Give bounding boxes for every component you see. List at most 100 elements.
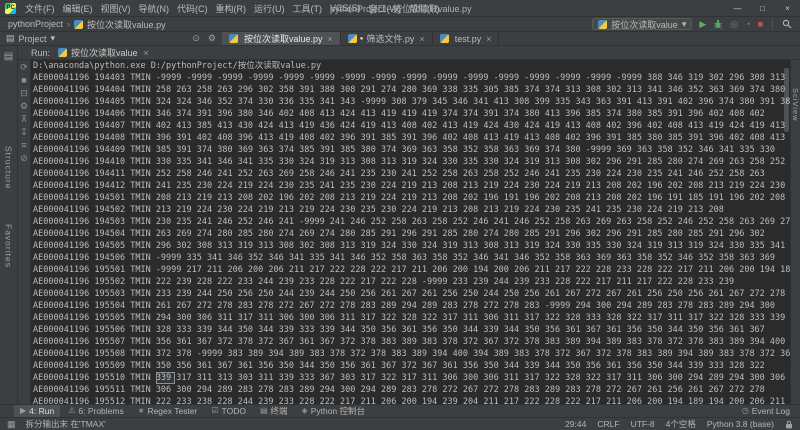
close-tab-icon[interactable]: ×	[328, 34, 333, 44]
editor-tab[interactable]: test.py ×	[433, 32, 500, 45]
indent-style[interactable]: 4个空格	[666, 418, 696, 430]
window-title: pythonProject - 按位次读取value.py	[330, 3, 472, 14]
locate-file-icon[interactable]: ⊙	[192, 33, 200, 44]
run-header-label: Run:	[31, 47, 51, 58]
breadcrumb-project[interactable]: pythonProject	[8, 19, 63, 29]
close-tab-icon[interactable]: ×	[486, 34, 491, 44]
toolwindow-problems-button[interactable]: ⚠ 6: Problems	[62, 405, 130, 417]
run-icon: ▶	[20, 406, 27, 415]
breadcrumb-file[interactable]: 按位次读取value.py	[87, 18, 166, 31]
scroll-to-end-icon[interactable]: ↧	[20, 128, 28, 137]
toolwindow-switcher-icon[interactable]: ▦	[7, 419, 16, 430]
clock-icon: ◷	[741, 406, 749, 415]
toolwindow-todo-button[interactable]: ☑ TODO	[205, 405, 252, 417]
maximize-button[interactable]: □	[750, 0, 775, 16]
project-panel-header[interactable]: ▤ Project ▾ ⊙ ⚙	[0, 32, 222, 45]
project-panel-title: Project	[18, 33, 47, 44]
toolwindow-python-console-button[interactable]: ◈ Python 控制台	[296, 405, 371, 417]
console-line: AE000041196 194505 TMIN 296 302 308 313 …	[33, 241, 786, 251]
menu-item[interactable]: 视图(V)	[97, 2, 135, 15]
file-encoding[interactable]: UTF-8	[631, 419, 655, 429]
console-line: AE000041196 194504 TMIN 263 269 274 280 …	[33, 229, 765, 239]
minimize-button[interactable]: —	[725, 0, 750, 16]
gear-icon[interactable]: ⚙	[208, 33, 216, 44]
toolwindow-bar: ▶ 4: Run ⚠ 6: Problems ∗ Regex Tester ☑ …	[0, 404, 800, 417]
chevron-down-icon: ▾	[681, 18, 687, 29]
menu-item[interactable]: 运行(U)	[250, 2, 289, 15]
toolwindow-regex-button[interactable]: ∗ Regex Tester	[132, 405, 204, 417]
python-file-icon	[439, 34, 449, 43]
stop-button[interactable]: ■	[758, 19, 763, 29]
python-console-icon: ◈	[301, 406, 308, 415]
warning-icon: ⚠	[68, 406, 76, 415]
run-console[interactable]: D:\anaconda\python.exe D:/pythonProject/…	[31, 60, 790, 404]
tab-label: 按位次读取value.py	[244, 34, 323, 44]
toolwindow-python-console-label: Python 控制台	[310, 406, 366, 416]
console-caret-box	[156, 372, 175, 384]
debug-button[interactable]	[713, 19, 723, 29]
right-toolwindow-stripe: SciView	[790, 60, 800, 404]
favorites-stripe-button[interactable]: Favorites	[4, 224, 14, 268]
rerun-icon[interactable]: ⟳	[20, 63, 28, 72]
editor-tab[interactable]: 按位次读取value.py ×	[222, 32, 341, 45]
console-line: AE000041196 194410 TMIN 330 335 341 346 …	[33, 157, 786, 167]
gear-icon[interactable]: ⚙	[20, 102, 28, 111]
search-icon	[782, 19, 792, 29]
run-config-selector[interactable]: 按位次读取value ▾	[592, 18, 693, 30]
structure-stripe-button[interactable]: Structure	[4, 146, 14, 190]
python-file-icon	[347, 34, 357, 43]
menu-item[interactable]: 编辑(E)	[59, 2, 97, 15]
menu-item[interactable]: 导航(N)	[135, 2, 174, 15]
console-line: AE000041196 194502 TMIN 213 219 224 230 …	[33, 205, 724, 215]
console-line: AE000041196 194404 TMIN 258 263 258 263 …	[33, 85, 786, 95]
soft-wrap-icon[interactable]: ≡	[21, 141, 26, 150]
coverage-button[interactable]: ◎	[730, 19, 738, 29]
console-line: AE000041196 195505 TMIN 294 300 306 311 …	[33, 313, 786, 323]
left-toolwindow-stripe: ▤ Structure Favorites	[0, 46, 18, 404]
profiler-button[interactable]: ◔	[745, 19, 750, 29]
toolwindow-eventlog-button[interactable]: ◷ Event Log	[736, 405, 796, 417]
console-line: AE000041196 195504 TMIN 261 267 272 278 …	[33, 301, 776, 311]
clear-console-icon[interactable]: ⊘	[20, 154, 28, 163]
caret-position[interactable]: 29:44	[565, 419, 586, 429]
toolwindow-terminal-button[interactable]: ▤ 终端	[254, 405, 294, 417]
tab-label: 筛选文件.py	[366, 34, 415, 44]
close-tab-icon[interactable]: ×	[419, 34, 424, 44]
toolbar-separator	[772, 19, 773, 29]
menu-item[interactable]: 重构(R)	[212, 2, 251, 15]
restore-layout-icon[interactable]: ⊡	[20, 89, 28, 98]
readonly-lock-icon[interactable]	[785, 420, 793, 429]
run-button[interactable]: ▶	[699, 19, 706, 29]
line-separator[interactable]: CRLF	[597, 419, 619, 429]
main-toolbar: pythonProject › 按位次读取value.py 按位次读取value…	[0, 17, 800, 32]
pin-tab-icon[interactable]: ⊼	[21, 115, 28, 124]
console-line: AE000041196 194407 TMIN 402 413 385 413 …	[33, 121, 786, 131]
console-line: D:\anaconda\python.exe D:/pythonProject/…	[33, 61, 322, 71]
python-file-icon	[58, 48, 68, 57]
run-tab[interactable]: 按位次读取value ×	[58, 46, 149, 59]
menu-item[interactable]: 工具(T)	[289, 2, 327, 15]
bug-icon	[714, 19, 723, 29]
stop-icon[interactable]: ■	[21, 76, 26, 85]
close-icon[interactable]: ×	[144, 48, 149, 58]
run-tab-label: 按位次读取value	[71, 48, 138, 58]
menu-item[interactable]: 文件(F)	[21, 2, 59, 15]
run-toolbar: ⟳ ■ ⊡ ⚙ ⊼ ↧ ≡ ⊘	[18, 60, 31, 404]
menu-item[interactable]: 代码(C)	[173, 2, 212, 15]
toolwindow-run-label: 4: Run	[29, 406, 55, 416]
project-stripe-button[interactable]: ▤	[4, 51, 13, 62]
search-everywhere-button[interactable]	[782, 19, 792, 29]
title-bar: PC 文件(F) 编辑(E) 视图(V) 导航(N) 代码(C) 重构(R) 运行(U) 工具…	[0, 0, 800, 17]
regex-icon: ∗	[137, 406, 145, 415]
console-line: AE000041196 194405 TMIN 324 324 346 352 …	[33, 97, 790, 107]
run-controls: 按位次读取value ▾ ▶ ◎ ◔ ■	[592, 18, 792, 30]
editor-tab[interactable]: ● 筛选文件.py ×	[341, 32, 433, 45]
toolwindow-run-button[interactable]: ▶ 4: Run	[14, 405, 61, 417]
todo-icon: ☑	[211, 406, 219, 415]
console-scrollbar[interactable]	[784, 68, 789, 132]
chevron-down-icon: ▾	[50, 33, 56, 43]
python-interpreter[interactable]: Python 3.8 (base)	[707, 419, 774, 429]
sciview-stripe-button[interactable]: SciView	[791, 88, 800, 122]
modified-dot: ●	[359, 35, 364, 42]
close-button[interactable]: ×	[775, 0, 800, 16]
